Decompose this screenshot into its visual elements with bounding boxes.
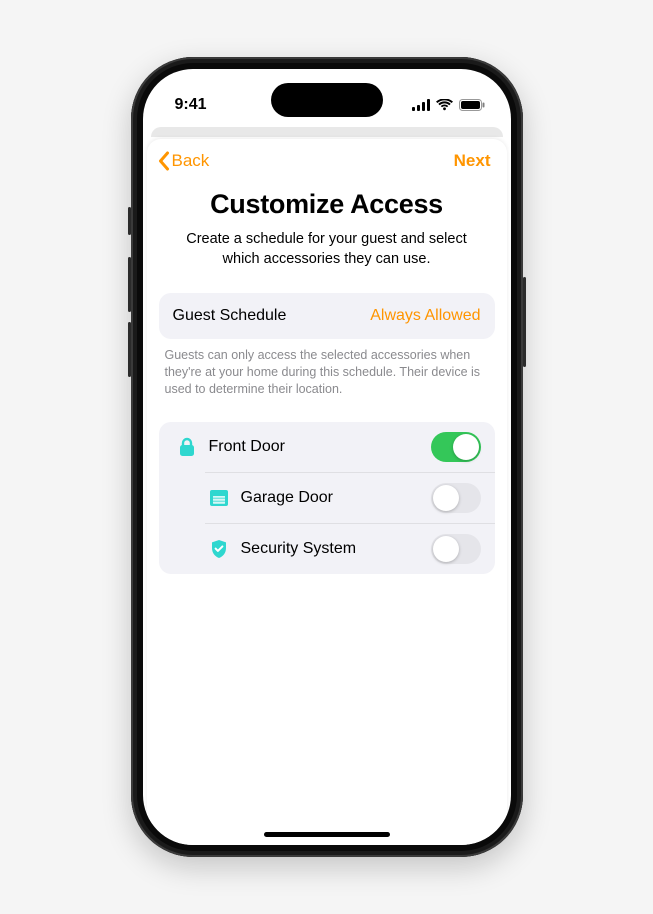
back-button[interactable]: Back <box>157 151 210 171</box>
home-indicator[interactable] <box>264 832 390 837</box>
guest-schedule-group: Guest Schedule Always Allowed <box>159 293 495 339</box>
page-title: Customize Access <box>147 189 507 220</box>
cellular-icon <box>412 99 430 111</box>
accessory-row: Garage Door <box>205 472 495 523</box>
guest-schedule-label: Guest Schedule <box>173 307 371 325</box>
page-subtitle: Create a schedule for your guest and sel… <box>175 230 479 269</box>
toggle-knob <box>453 434 479 460</box>
customize-access-sheet: Back Next Customize Access Create a sche… <box>147 139 507 845</box>
guest-schedule-section: Guest Schedule Always Allowed Guests can… <box>159 293 495 398</box>
accessory-toggle[interactable] <box>431 432 481 462</box>
accessories-group: Front Door Garage Door Security System <box>159 422 495 574</box>
shield-icon <box>205 539 233 559</box>
screen: 9:41 <box>143 69 511 845</box>
sheet-background-card <box>151 127 503 137</box>
status-indicators <box>412 99 485 111</box>
volume-up-button <box>128 257 131 312</box>
battery-icon <box>459 99 485 111</box>
guest-schedule-footnote: Guests can only access the selected acce… <box>165 347 489 398</box>
garage-icon <box>205 489 233 507</box>
lock-icon <box>173 437 201 457</box>
volume-down-button <box>128 322 131 377</box>
chevron-left-icon <box>157 151 170 171</box>
guest-schedule-row[interactable]: Guest Schedule Always Allowed <box>159 293 495 339</box>
accessory-label: Front Door <box>209 438 431 456</box>
next-button[interactable]: Next <box>454 151 491 171</box>
accessory-row: Front Door <box>159 422 495 472</box>
nav-bar: Back Next <box>147 139 507 181</box>
status-time: 9:41 <box>175 96 207 114</box>
accessory-toggle[interactable] <box>431 483 481 513</box>
wifi-icon <box>436 99 453 111</box>
accessory-label: Garage Door <box>241 489 431 507</box>
accessory-row: Security System <box>205 523 495 574</box>
dynamic-island <box>271 83 383 117</box>
silence-switch <box>128 207 131 235</box>
back-label: Back <box>172 151 210 171</box>
toggle-knob <box>433 485 459 511</box>
guest-schedule-value: Always Allowed <box>370 307 480 325</box>
accessories-section: Front Door Garage Door Security System <box>159 422 495 574</box>
power-button <box>523 277 526 367</box>
accessory-label: Security System <box>241 540 431 558</box>
phone-device-frame: 9:41 <box>131 57 523 857</box>
toggle-knob <box>433 536 459 562</box>
accessory-toggle[interactable] <box>431 534 481 564</box>
